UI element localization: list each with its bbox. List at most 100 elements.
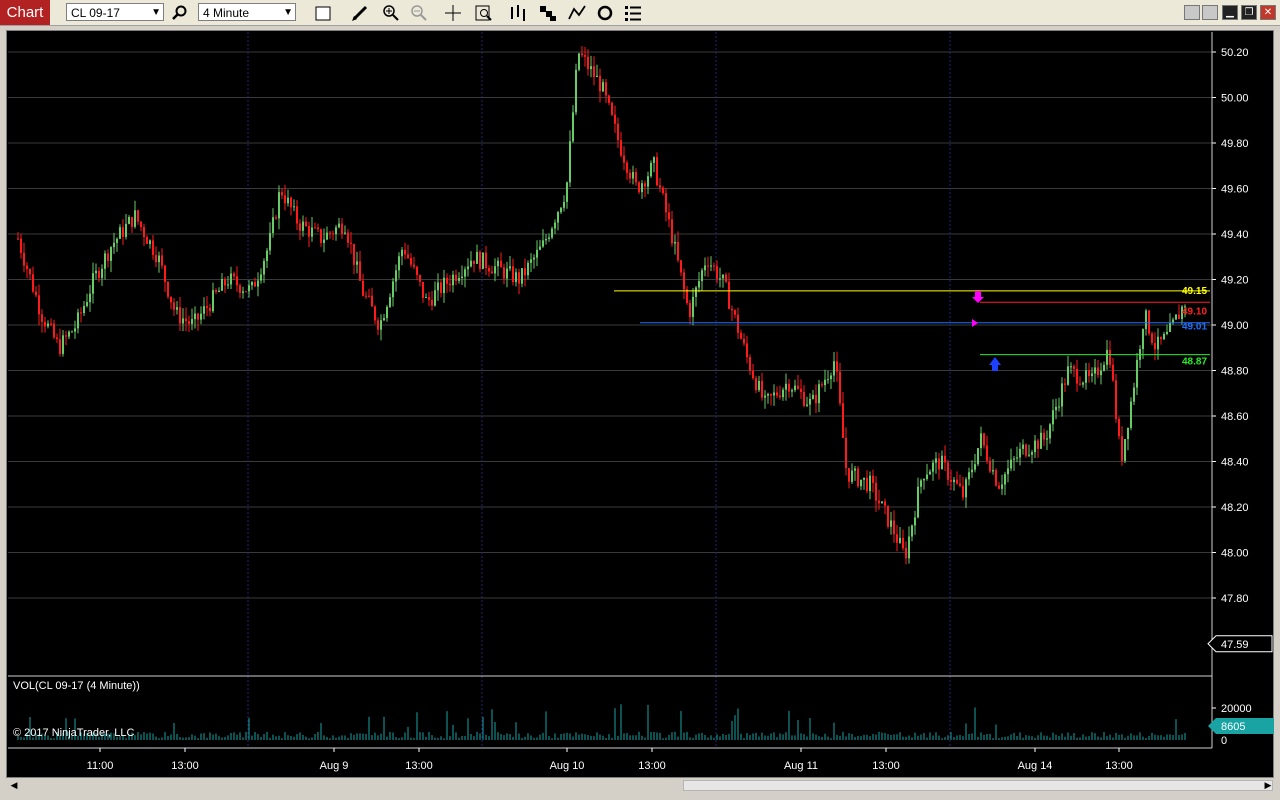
candle-body	[59, 339, 61, 354]
candle-body	[641, 183, 643, 193]
price-chart[interactable]: 49.15 49.10 49.01 48.87 50.20 50.00 49.80 49.6…	[0, 0, 1280, 800]
candle-body	[398, 256, 400, 271]
candle-body	[1154, 342, 1156, 350]
candle-body	[290, 197, 292, 208]
candle-body	[128, 217, 130, 224]
scroll-left-icon[interactable]: ◀	[8, 779, 20, 791]
candle-body	[506, 268, 508, 279]
candle-body	[764, 395, 766, 398]
candle-body	[122, 227, 124, 237]
candle-body	[314, 227, 316, 229]
candle-body	[941, 455, 943, 470]
candle-body	[608, 95, 610, 103]
price-label: 50.20	[1221, 47, 1249, 59]
candle-body	[1067, 366, 1069, 385]
candle-body	[1106, 349, 1108, 365]
candle-body	[650, 162, 652, 177]
candle-body	[713, 265, 715, 267]
level-label: 49.15	[1182, 286, 1207, 297]
candle-body	[1064, 383, 1066, 385]
candle-body	[797, 385, 799, 389]
candle-body	[914, 517, 916, 526]
candle-body	[1025, 444, 1027, 456]
candle-body	[695, 287, 697, 297]
price-label: 47.80	[1221, 593, 1249, 605]
candle-body	[647, 176, 649, 187]
candle-body	[704, 265, 706, 271]
candle-body	[980, 433, 982, 449]
candle-body	[659, 185, 661, 188]
candle-body	[494, 266, 496, 274]
candle-body	[1073, 366, 1075, 369]
candle-body	[995, 470, 997, 486]
candle-body	[557, 212, 559, 223]
candlesticks	[17, 46, 1186, 565]
candle-body	[923, 479, 925, 481]
candle-body	[1169, 322, 1171, 332]
candle-body	[350, 242, 352, 244]
candle-body	[1112, 364, 1114, 381]
candle-body	[392, 281, 394, 298]
candle-body	[374, 306, 376, 321]
candle-body	[1133, 387, 1135, 402]
candle-body	[407, 254, 409, 259]
candle-body	[665, 193, 667, 213]
last-price-label: 47.59	[1221, 639, 1249, 651]
candle-body	[359, 261, 361, 281]
candle-body	[1061, 383, 1063, 407]
candle-body	[965, 479, 967, 498]
candle-body	[368, 295, 370, 297]
candle-body	[716, 266, 718, 280]
candle-body	[638, 182, 640, 193]
candle-body	[596, 75, 598, 78]
price-label: 48.60	[1221, 411, 1249, 423]
candle-body	[944, 455, 946, 463]
candle-body	[842, 403, 844, 438]
candle-body	[887, 505, 889, 527]
candle-body	[1043, 432, 1045, 440]
candle-body	[1136, 359, 1138, 388]
candle-body	[1088, 370, 1090, 377]
candle-body	[275, 217, 277, 219]
candle-body	[1142, 329, 1144, 350]
candle-body	[164, 265, 166, 282]
candle-body	[500, 260, 502, 268]
candle-body	[614, 114, 616, 124]
candle-body	[872, 475, 874, 483]
candle-body	[1013, 458, 1015, 460]
candle-body	[572, 112, 574, 142]
candle-body	[83, 306, 85, 313]
volume-axis: 20000 0 8605	[1208, 703, 1274, 747]
candle-body	[746, 343, 748, 358]
candle-body	[167, 281, 169, 297]
candle-body	[503, 267, 505, 279]
price-levels: 49.15 49.10 49.01 48.87	[614, 286, 1210, 368]
candle-body	[1145, 310, 1147, 330]
candle-body	[80, 312, 82, 314]
candle-body	[698, 281, 700, 288]
candle-body	[491, 271, 493, 274]
candle-body	[905, 548, 907, 559]
candle-body	[254, 282, 256, 287]
time-label: Aug 11	[784, 760, 818, 772]
candle-body	[287, 197, 289, 204]
candle-body	[1148, 310, 1150, 334]
candle-body	[701, 270, 703, 282]
candle-body	[515, 272, 517, 283]
price-label: 48.80	[1221, 366, 1249, 378]
candle-body	[263, 260, 265, 275]
candle-body	[1031, 452, 1033, 455]
horizontal-scrollbar-thumb[interactable]	[683, 780, 1273, 791]
candle-body	[824, 379, 826, 386]
price-label: 48.00	[1221, 548, 1249, 560]
candle-body	[116, 238, 118, 243]
candle-body	[938, 458, 940, 470]
candle-body	[401, 249, 403, 257]
candle-body	[446, 277, 448, 284]
candle-body	[212, 290, 214, 312]
candle-body	[362, 280, 364, 296]
scroll-right-icon[interactable]: ▶	[1262, 779, 1274, 791]
candle-body	[176, 307, 178, 310]
candle-body	[653, 157, 655, 163]
candle-body	[272, 217, 274, 233]
